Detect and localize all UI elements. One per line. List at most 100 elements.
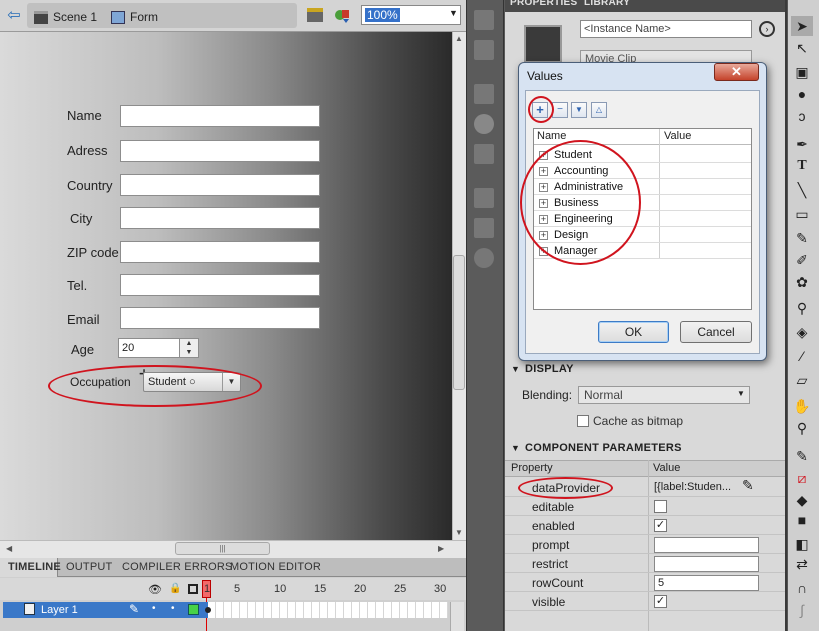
breadcrumb-symbol[interactable]: Form xyxy=(111,8,158,26)
annotation-ellipse-combobox xyxy=(48,365,262,407)
lasso-icon[interactable]: ↄ xyxy=(791,106,813,126)
zip-input[interactable] xyxy=(120,241,320,263)
brush-tool-icon[interactable]: ✐ xyxy=(791,250,813,270)
layer-lock-dot[interactable]: • xyxy=(171,603,175,614)
enabled-checkbox[interactable]: ✓ xyxy=(654,519,667,532)
zoom-select[interactable]: 100% xyxy=(361,5,461,25)
cancel-button[interactable]: Cancel xyxy=(680,321,752,343)
breadcrumb-scene[interactable]: Scene 1 xyxy=(34,8,97,26)
instance-name-input[interactable]: <Instance Name> xyxy=(580,20,752,38)
age-input[interactable]: 20 xyxy=(118,338,180,358)
cache-as-bitmap-checkbox[interactable] xyxy=(577,415,589,427)
smooth-icon[interactable]: ∫ xyxy=(791,600,813,620)
prompt-input[interactable] xyxy=(654,537,759,553)
adress-label: Adress xyxy=(67,143,108,158)
swap-symbol-icon[interactable]: › xyxy=(759,21,775,37)
close-button[interactable]: ✕ xyxy=(714,63,759,81)
text-tool-icon[interactable]: T xyxy=(791,156,813,176)
zoom-tool-icon[interactable]: ⚲ xyxy=(791,418,813,438)
tab-motion-editor[interactable]: MOTION EDITOR xyxy=(230,561,321,573)
tel-input[interactable] xyxy=(120,274,320,296)
scroll-up-icon[interactable]: ▲ xyxy=(455,34,463,43)
tab-properties[interactable]: PROPERTIES xyxy=(510,0,577,8)
align-icon[interactable] xyxy=(474,84,494,104)
params-table-header: Property Value xyxy=(505,460,785,477)
outline-icon[interactable] xyxy=(188,584,198,594)
black-white-icon[interactable]: ◧ xyxy=(791,534,813,554)
color-swatches-icon[interactable] xyxy=(474,10,494,30)
stage-horizontal-scroll-thumb[interactable]: ||| xyxy=(175,542,270,555)
name-input[interactable] xyxy=(120,105,320,127)
3d-rotation-icon[interactable]: ● xyxy=(791,84,813,104)
timeline-vertical-scrollbar[interactable] xyxy=(450,602,464,631)
stepper-down-icon[interactable]: ▼ xyxy=(180,348,198,357)
selection-tool-icon[interactable]: ➤ xyxy=(791,16,813,36)
move-up-button[interactable]: △ xyxy=(591,102,607,118)
tab-timeline[interactable]: TIMELINE xyxy=(8,561,61,573)
chevron-down-icon[interactable]: ▼ xyxy=(737,389,745,398)
country-input[interactable] xyxy=(120,174,320,196)
bone-tool-icon[interactable]: ⚲ xyxy=(791,298,813,318)
stepper-up-icon[interactable]: ▲ xyxy=(180,339,198,348)
visible-checkbox[interactable]: ✓ xyxy=(654,595,667,608)
layer-outline-color[interactable] xyxy=(188,604,199,615)
keyframe-dot[interactable] xyxy=(205,607,211,613)
adress-input[interactable] xyxy=(120,140,320,162)
subselection-tool-icon[interactable]: ↖ xyxy=(791,38,813,58)
fill-swatch-icon[interactable]: ■ xyxy=(791,510,813,530)
tab-compiler-errors[interactable]: COMPILER ERRORS xyxy=(122,561,233,573)
actions-icon[interactable] xyxy=(474,188,494,208)
fill-color-icon[interactable]: ◆ xyxy=(791,490,813,510)
display-section-header[interactable]: ▼ DISPLAY xyxy=(505,359,785,379)
stroke-swatch-icon[interactable]: ⧄ xyxy=(791,468,813,488)
component-parameters-header[interactable]: ▼ COMPONENT PARAMETERS xyxy=(505,438,785,458)
free-transform-icon[interactable]: ▣ xyxy=(791,62,813,82)
edit-symbols-icon[interactable] xyxy=(333,6,351,24)
param-value[interactable]: [{label:Studen... xyxy=(654,481,731,493)
tab-library[interactable]: LIBRARY xyxy=(584,0,630,8)
lock-icon[interactable]: 🔒 xyxy=(169,583,181,594)
rowcount-input[interactable]: 5 xyxy=(654,575,759,591)
show-hide-eye-icon[interactable]: 👁 xyxy=(148,583,162,596)
eraser-icon[interactable]: ▱ xyxy=(791,370,813,390)
pencil-tool-icon[interactable]: ✎ xyxy=(791,228,813,248)
info-icon[interactable] xyxy=(474,114,494,134)
movie-clip-icon xyxy=(111,10,125,24)
tab-output[interactable]: OUTPUT xyxy=(66,561,112,573)
hand-tool-icon[interactable]: ✋ xyxy=(791,396,813,416)
transform-icon[interactable] xyxy=(474,144,494,164)
email-input[interactable] xyxy=(120,307,320,329)
chevron-down-icon[interactable]: ▼ xyxy=(449,8,458,18)
edit-pencil-icon[interactable]: ✎ xyxy=(742,477,754,494)
ok-button[interactable]: OK xyxy=(598,321,669,343)
blending-select[interactable]: Normal xyxy=(578,386,750,404)
scroll-down-icon[interactable]: ▼ xyxy=(455,528,463,537)
grid-icon[interactable] xyxy=(474,40,494,60)
swap-colors-icon[interactable]: ⇄ xyxy=(791,554,813,574)
scroll-left-icon[interactable]: ◀ xyxy=(6,544,12,553)
city-input[interactable] xyxy=(120,207,320,229)
move-down-button[interactable]: ▼ xyxy=(571,102,587,118)
remove-value-button[interactable]: − xyxy=(552,102,568,118)
edit-scene-icon[interactable] xyxy=(307,8,323,22)
pencil-icon[interactable]: ✎ xyxy=(129,602,139,616)
stage-vertical-scroll-thumb[interactable] xyxy=(453,255,465,390)
paint-bucket-icon[interactable]: ◈ xyxy=(791,322,813,342)
age-stepper[interactable]: ▲ ▼ xyxy=(179,338,199,358)
snap-magnet-icon[interactable]: ∩ xyxy=(791,578,813,598)
components-icon[interactable] xyxy=(474,218,494,238)
scroll-right-icon[interactable]: ▶ xyxy=(438,544,444,553)
eyedropper-icon[interactable]: ⁄ xyxy=(791,346,813,366)
back-arrow-icon[interactable]: ⇦ xyxy=(3,6,25,26)
deco-tool-icon[interactable]: ✿ xyxy=(791,272,813,292)
timeline-frames[interactable] xyxy=(208,602,448,618)
line-tool-icon[interactable]: ╲ xyxy=(791,180,813,200)
stroke-color-icon[interactable]: ✎ xyxy=(791,446,813,466)
restrict-input[interactable] xyxy=(654,556,759,572)
motion-presets-icon[interactable] xyxy=(474,248,494,268)
frame-number: 15 xyxy=(314,583,327,595)
rectangle-tool-icon[interactable]: ▭ xyxy=(791,204,813,224)
layer-visible-dot[interactable]: • xyxy=(152,603,156,614)
editable-checkbox[interactable] xyxy=(654,500,667,513)
pen-tool-icon[interactable]: ✒ xyxy=(791,134,813,154)
